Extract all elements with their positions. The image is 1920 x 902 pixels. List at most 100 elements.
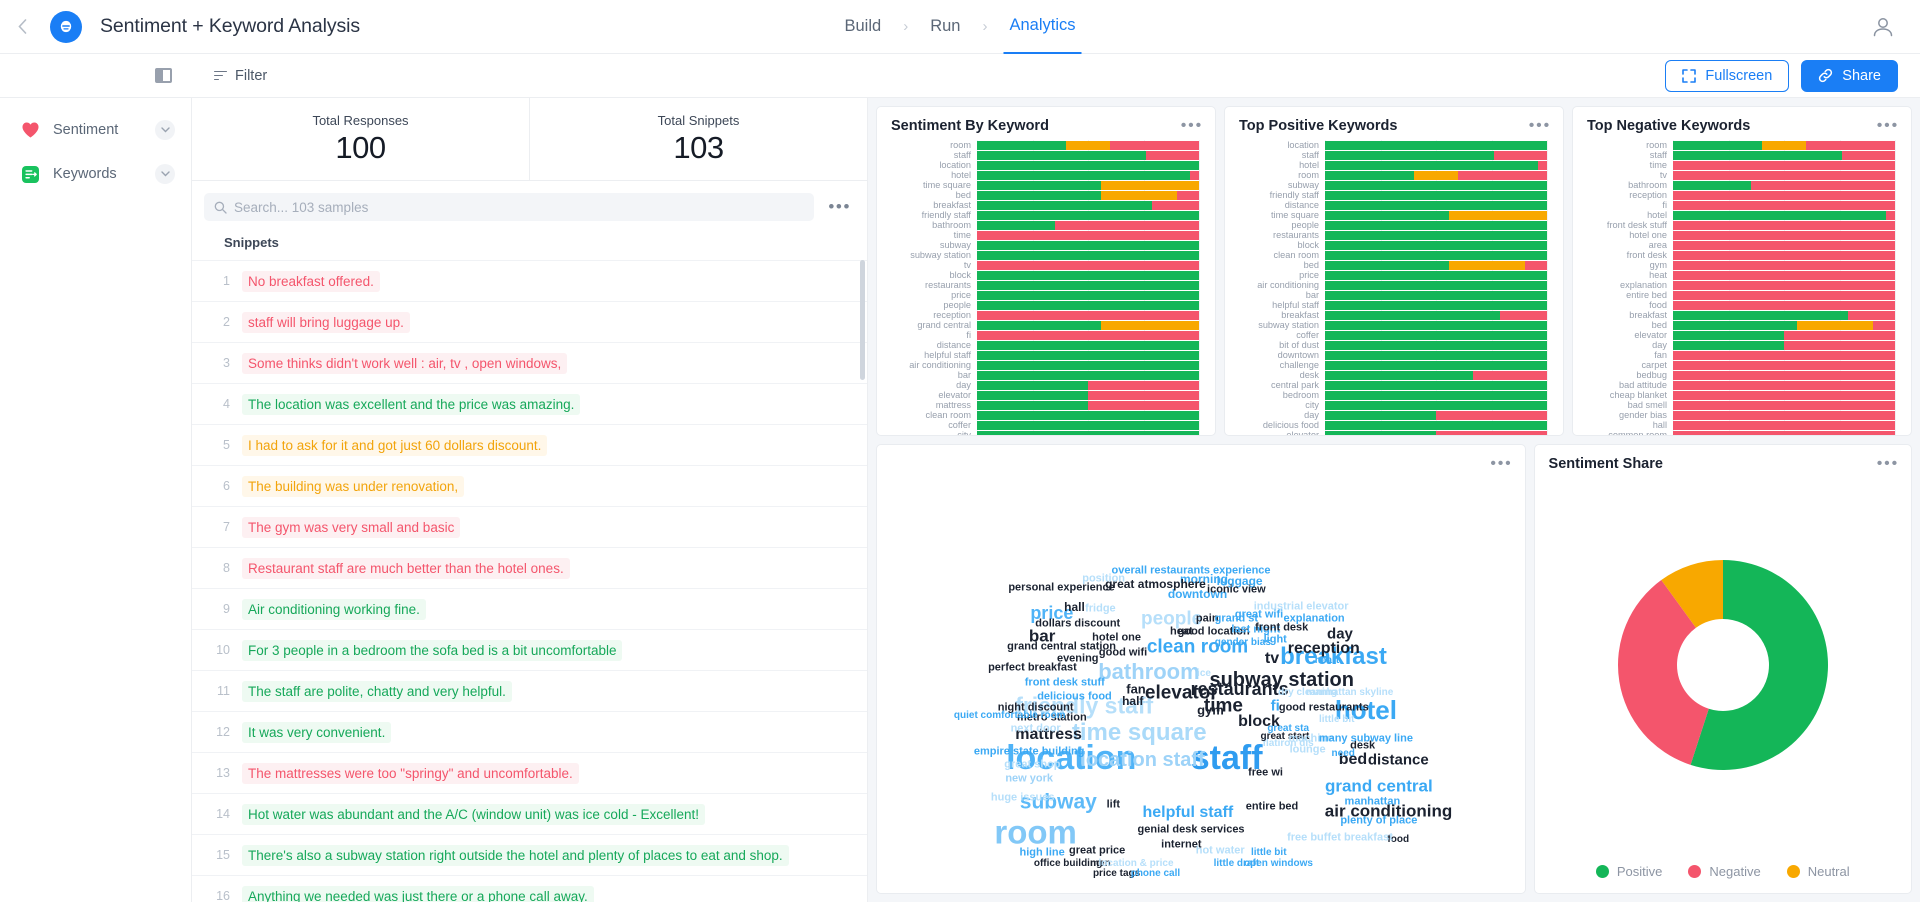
- table-row[interactable]: 5 I had to ask for it and got just 60 dol…: [192, 424, 867, 465]
- bar-track: [1325, 350, 1547, 360]
- table-row[interactable]: 9 Air conditioning working fine.: [192, 588, 867, 629]
- word-cloud-term[interactable]: manhattan: [1345, 796, 1401, 808]
- word-cloud-term[interactable]: great shop: [1004, 759, 1060, 770]
- word-cloud-term[interactable]: perfect breakfast: [988, 662, 1077, 673]
- table-row[interactable]: 2 staff will bring luggage up.: [192, 301, 867, 342]
- word-cloud-term[interactable]: genial desk services: [1138, 824, 1245, 835]
- chevron-down-icon[interactable]: [155, 120, 175, 140]
- word-cloud-term[interactable]: distance: [1368, 753, 1429, 768]
- sidebar-item-keywords[interactable]: Keywords: [0, 152, 191, 196]
- bar-track: [1325, 190, 1547, 200]
- table-row[interactable]: 8 Restaurant staff are much better than t…: [192, 547, 867, 588]
- scrollbar-thumb[interactable]: [860, 260, 865, 380]
- bar-row: helpful staff: [1231, 300, 1547, 310]
- table-row[interactable]: 16 Anything we needed was just there or a…: [192, 875, 867, 902]
- more-options-icon[interactable]: •••: [824, 197, 855, 217]
- word-cloud-term[interactable]: lounge: [1290, 744, 1326, 755]
- word-cloud-term[interactable]: ice: [1197, 669, 1211, 679]
- table-row[interactable]: 6 The building was under renovation,: [192, 465, 867, 506]
- chevron-down-icon[interactable]: [155, 164, 175, 184]
- word-cloud-term[interactable]: personal experience: [1008, 582, 1114, 593]
- snippets-scrollbar[interactable]: [860, 260, 865, 902]
- tab-analytics[interactable]: Analytics: [1003, 0, 1082, 54]
- word-cloud-term[interactable]: plenty of place: [1340, 815, 1417, 827]
- word-cloud-term[interactable]: gym: [1197, 703, 1224, 716]
- word-cloud-term[interactable]: huge issues: [991, 792, 1055, 804]
- tab-run[interactable]: Run: [924, 0, 966, 54]
- word-cloud-term[interactable]: reception: [1288, 640, 1360, 657]
- card-menu-icon[interactable]: •••: [1181, 118, 1203, 134]
- metric-label: Total Snippets: [657, 112, 740, 128]
- snippets-list[interactable]: 1 No breakfast offered. 2 staff will bring …: [192, 260, 867, 902]
- word-cloud-term[interactable]: many subway line: [1319, 733, 1413, 745]
- card-menu-icon[interactable]: •••: [1877, 118, 1899, 134]
- back-button[interactable]: [0, 0, 44, 54]
- table-row[interactable]: 3 Some thinks didn't work well : air, tv …: [192, 342, 867, 383]
- table-row[interactable]: 12 It was very convenient.: [192, 711, 867, 752]
- word-cloud-term[interactable]: manhattan skyline: [1306, 688, 1393, 698]
- snippets-panel: Total Responses 100 Total Snippets 103 S…: [192, 98, 868, 902]
- word-cloud-term[interactable]: grand central: [1325, 777, 1433, 794]
- word-cloud-term[interactable]: entire bed: [1246, 801, 1299, 812]
- word-cloud-term[interactable]: lift: [1107, 799, 1120, 810]
- table-row[interactable]: 1 No breakfast offered.: [192, 260, 867, 301]
- filter-button[interactable]: Filter: [214, 68, 267, 84]
- sidebar-item-sentiment[interactable]: Sentiment: [0, 108, 191, 152]
- user-account-button[interactable]: [1870, 14, 1896, 40]
- word-cloud-term[interactable]: free wi: [1248, 767, 1283, 779]
- fullscreen-button[interactable]: Fullscreen: [1665, 59, 1790, 92]
- word-cloud-term[interactable]: free buffet breakfast: [1287, 832, 1393, 844]
- word-cloud-term[interactable]: half: [1122, 695, 1143, 707]
- bar-label: block: [949, 270, 971, 280]
- word-cloud-term[interactable]: tv: [1265, 651, 1279, 667]
- word-cloud-term[interactable]: gender bias: [1215, 637, 1271, 648]
- word-cloud-term[interactable]: overall restaurants experience: [1112, 565, 1271, 576]
- word-cloud-term[interactable]: helpful staff: [1142, 805, 1233, 821]
- word-cloud-term[interactable]: little draft: [1214, 858, 1260, 869]
- word-cloud-term[interactable]: hall: [1064, 601, 1085, 613]
- word-cloud-term[interactable]: heart: [1315, 656, 1339, 666]
- word-cloud-term[interactable]: location staff: [1080, 750, 1204, 770]
- bar-row: tv: [1579, 170, 1895, 180]
- table-row[interactable]: 10 For 3 people in a bedroom the sofa bed…: [192, 629, 867, 670]
- word-cloud-term[interactable]: room: [994, 815, 1077, 848]
- word-cloud-term[interactable]: fridge: [1085, 603, 1116, 614]
- word-cloud-term[interactable]: quiet comfortable room: [954, 711, 1066, 721]
- tab-build[interactable]: Build: [838, 0, 887, 54]
- word-cloud-term[interactable]: empire state building: [974, 746, 1085, 757]
- table-row[interactable]: 7 The gym was very small and basic: [192, 506, 867, 547]
- card-menu-icon[interactable]: •••: [1490, 456, 1512, 472]
- word-cloud-term[interactable]: great price: [1069, 845, 1125, 856]
- word-cloud-term[interactable]: little bit: [1251, 848, 1287, 858]
- table-row[interactable]: 14 Hot water was abundant and the A/C (wi…: [192, 793, 867, 834]
- table-row[interactable]: 4 The location was excellent and the pric…: [192, 383, 867, 424]
- panel-toggle-button[interactable]: [0, 54, 192, 98]
- search-input[interactable]: Search... 103 samples: [204, 193, 815, 221]
- word-cloud-term[interactable]: new york: [1005, 773, 1053, 785]
- word-cloud-term[interactable]: hot water: [1196, 845, 1245, 856]
- word-cloud-term[interactable]: grand central station: [1007, 641, 1116, 652]
- table-row[interactable]: 13 The mattresses were too "springy" and …: [192, 752, 867, 793]
- word-cloud-term[interactable]: good restaurants: [1279, 702, 1369, 713]
- word-cloud-term[interactable]: time square: [1072, 721, 1207, 745]
- table-row[interactable]: 11 The staff are polite, chatty and very …: [192, 670, 867, 711]
- card-menu-icon[interactable]: •••: [1877, 456, 1899, 472]
- word-cloud-term[interactable]: phone call: [1131, 869, 1180, 879]
- word-cloud-term[interactable]: front desk stuff: [1025, 677, 1105, 688]
- word-cloud-term[interactable]: day: [1327, 627, 1353, 642]
- word-cloud-term[interactable]: next door: [1011, 723, 1061, 734]
- word-cloud-term[interactable]: bathroom: [1098, 660, 1199, 683]
- chart-body: location staff hotel room subway friendly sta…: [1225, 138, 1563, 435]
- word-cloud-term[interactable]: little bit: [1319, 715, 1355, 725]
- word-cloud-term[interactable]: iconic view: [1207, 584, 1266, 595]
- word-cloud-term[interactable]: front desk: [1255, 622, 1308, 633]
- card-title: Top Positive Keywords: [1239, 118, 1398, 134]
- word-cloud-term[interactable]: great wifi: [1235, 609, 1283, 621]
- share-button[interactable]: Share: [1801, 59, 1898, 92]
- legend-dot: [1688, 865, 1702, 878]
- word-cloud-term[interactable]: location & price: [1098, 858, 1173, 869]
- card-menu-icon[interactable]: •••: [1529, 118, 1551, 134]
- word-cloud-term[interactable]: fan: [1126, 682, 1146, 695]
- table-row[interactable]: 15 There's also a subway station right ou…: [192, 834, 867, 875]
- word-cloud-term[interactable]: dollars discount: [1035, 618, 1120, 629]
